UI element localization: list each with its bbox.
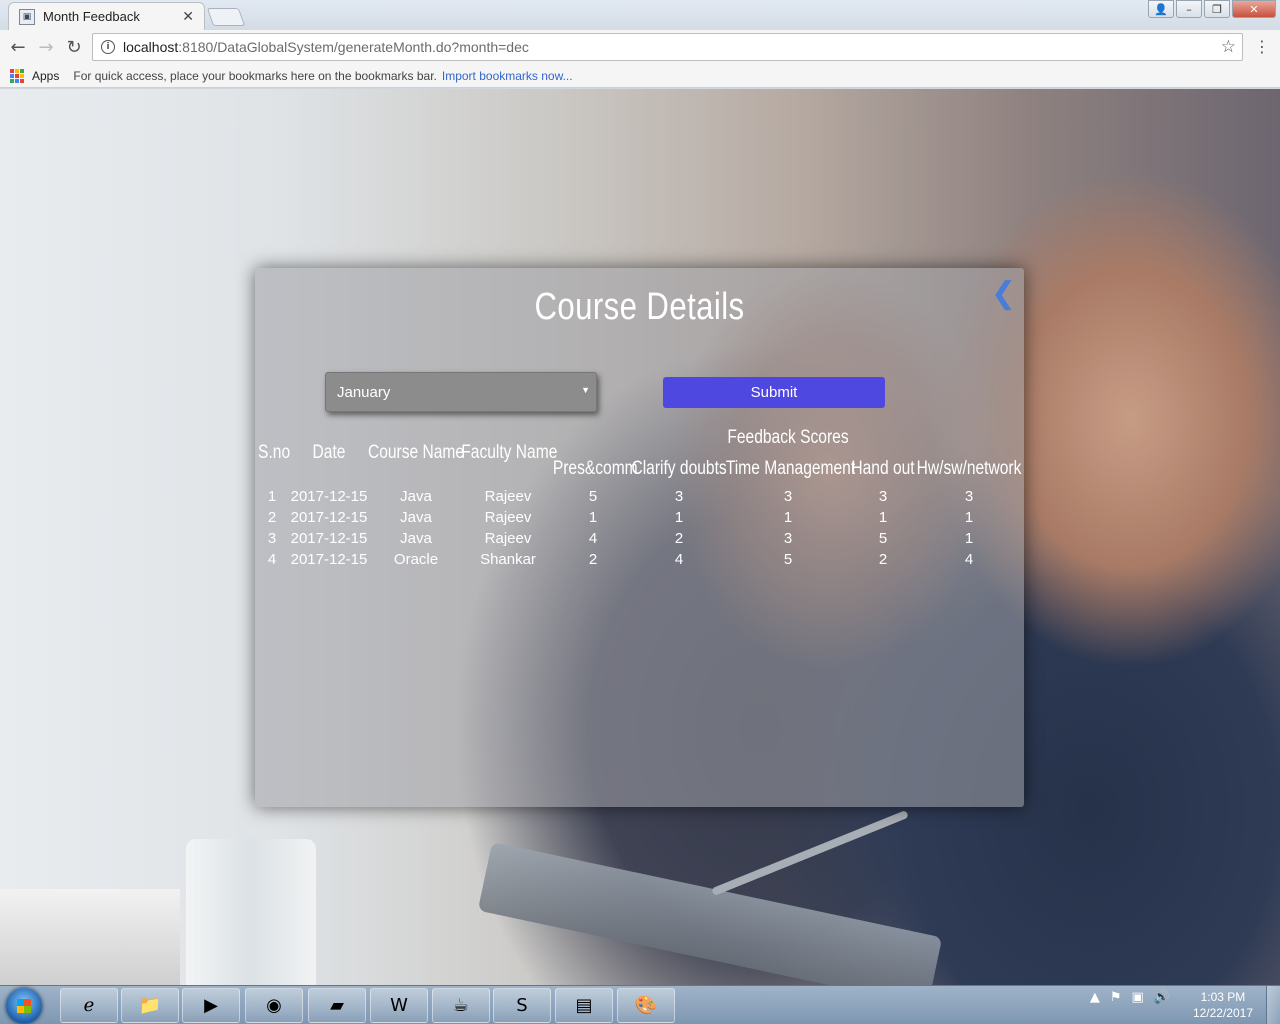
header-date: Date — [312, 442, 346, 463]
tray-expand-icon[interactable]: ▲ — [1090, 990, 1100, 1005]
water-glass-image — [186, 839, 316, 985]
page-favicon-icon: ▣ — [19, 8, 35, 25]
close-window-button[interactable]: ✕ — [1232, 0, 1276, 18]
windows-taskbar: ℯ 📁 ▶ ◉ ▰ W ☕ S ▤ 🎨 ▲ ⚑ ▣ 🔊 1:03 PM 12/2… — [0, 985, 1280, 1024]
header-time-management: Time Management — [725, 458, 856, 479]
cell-clarify-doubts: 4 — [674, 551, 684, 568]
laptop-image — [0, 889, 180, 985]
header-feedback-scores: Feedback Scores — [727, 427, 849, 448]
browser-tab[interactable]: ▣ Month Feedback ✕ — [8, 2, 205, 30]
window-controls: 👤 – ❐ ✕ — [1146, 0, 1276, 18]
url-path: :8180/DataGlobalSystem/generateMonth.do?… — [178, 39, 529, 55]
header-clarify-doubts: Clarify doubts — [631, 458, 727, 479]
bookmarks-bar: Apps For quick access, place your bookma… — [0, 64, 1280, 88]
clock-date: 12/22/2017 — [1192, 1006, 1253, 1020]
cell-clarify-doubts: 1 — [674, 509, 684, 526]
minimize-button[interactable]: – — [1176, 0, 1202, 18]
submit-button[interactable]: Submit — [663, 377, 885, 408]
volume-icon[interactable]: 🔊 — [1154, 990, 1170, 1005]
word-icon[interactable]: W — [370, 988, 428, 1023]
tab-close-icon[interactable]: ✕ — [182, 9, 194, 25]
tab-title: Month Feedback — [43, 9, 140, 24]
skype-icon[interactable]: S — [493, 988, 551, 1023]
apps-link[interactable]: Apps — [32, 69, 59, 83]
show-desktop-button[interactable] — [1266, 986, 1280, 1024]
user-profile-icon[interactable]: 👤 — [1148, 0, 1174, 18]
cell-clarify-doubts: 3 — [674, 488, 684, 505]
cell-hw-sw-network: 3 — [964, 488, 974, 505]
tablet-image — [477, 841, 943, 985]
url-host: localhost — [123, 39, 179, 55]
reload-icon[interactable]: ↻ — [62, 35, 86, 59]
header-sno: S.no — [258, 442, 291, 463]
course-details-card: Course Details ❮ January ▼ Submit S.no D… — [255, 268, 1024, 807]
file-explorer-icon[interactable]: 📁 — [121, 988, 179, 1023]
header-pres-comm: Pres&comm — [552, 458, 638, 479]
java-ee-ide-icon[interactable]: ☕ — [432, 988, 490, 1023]
address-bar[interactable]: i localhost :8180/DataGlobalSystem/gener… — [92, 33, 1243, 61]
header-faculty-name: Faculty Name — [461, 442, 558, 463]
back-arrow-icon[interactable]: ❮ — [991, 276, 1016, 311]
apps-grid-icon[interactable] — [10, 68, 24, 83]
bookmarks-hint: For quick access, place your bookmarks h… — [73, 68, 437, 83]
start-button[interactable] — [6, 988, 42, 1024]
dropdown-caret-icon: ▼ — [581, 385, 590, 395]
chrome-icon[interactable]: ◉ — [245, 988, 303, 1023]
internet-explorer-icon[interactable]: ℯ — [60, 988, 118, 1023]
sql-plus-icon[interactable]: ▤ — [555, 988, 613, 1023]
back-nav-icon[interactable]: ← — [6, 35, 30, 59]
import-bookmarks-link[interactable]: Import bookmarks now... — [442, 69, 573, 83]
site-info-icon[interactable]: i — [101, 40, 115, 54]
month-select[interactable]: January ▼ — [325, 372, 597, 412]
header-hw-sw-network: Hw/sw/network — [916, 458, 1022, 479]
clock-time: 1:03 PM — [1200, 990, 1246, 1004]
bookmark-star-icon[interactable]: ☆ — [1221, 37, 1236, 57]
cell-clarify-doubts: 2 — [674, 530, 684, 547]
media-player-icon[interactable]: ▶ — [182, 988, 240, 1023]
browser-tabstrip: ▣ Month Feedback ✕ 👤 – ❐ ✕ — [0, 0, 1280, 30]
page-title: Course Details — [534, 286, 745, 328]
sticky-notes-icon[interactable]: ▰ — [308, 988, 366, 1023]
stylus-image — [711, 809, 909, 897]
restore-button[interactable]: ❐ — [1204, 0, 1230, 18]
header-course-name: Course Name — [367, 442, 465, 463]
action-center-flag-icon[interactable]: ⚑ — [1110, 990, 1122, 1005]
cell-hw-sw-network: 1 — [964, 509, 974, 526]
new-tab-button[interactable] — [206, 8, 246, 26]
cell-hw-sw-network: 1 — [964, 530, 974, 547]
browser-toolbar: ← → ↻ i localhost :8180/DataGlobalSystem… — [0, 30, 1280, 64]
browser-menu-icon[interactable]: ⋮ — [1254, 37, 1270, 56]
paint-icon[interactable]: 🎨 — [617, 988, 675, 1023]
taskbar-clock[interactable]: 1:03 PM 12/22/2017 — [1193, 989, 1253, 1021]
system-tray: ▲ ⚑ ▣ 🔊 — [1090, 990, 1170, 1005]
cell-hw-sw-network: 4 — [964, 551, 974, 568]
month-select-value: January — [337, 383, 391, 401]
forward-nav-icon[interactable]: → — [34, 35, 58, 59]
header-hand-out: Hand out — [851, 458, 915, 479]
network-icon[interactable]: ▣ — [1132, 990, 1144, 1005]
